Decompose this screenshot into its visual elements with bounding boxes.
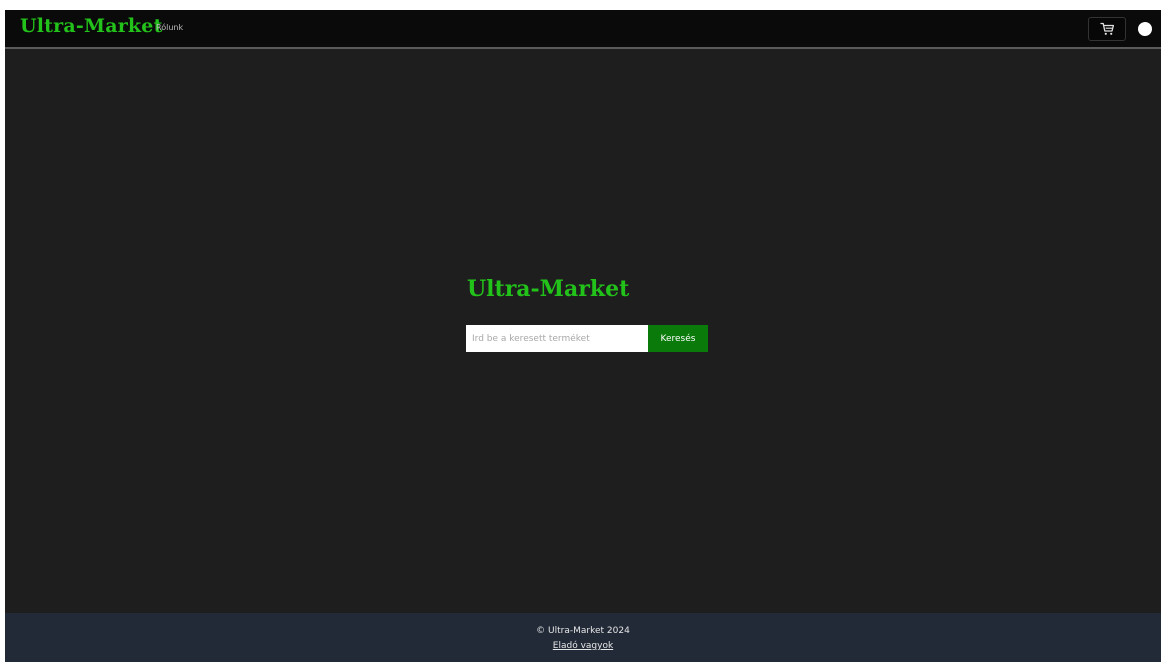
hero-title: Ultra-Market [467,276,630,302]
app-frame: Ultra-Market Rólunk Ultra-Market Keresés… [5,10,1161,662]
footer: © Ultra-Market 2024 Eladó vagyok [5,613,1161,662]
search-input[interactable] [466,325,648,352]
nav-link-about[interactable]: Rólunk [156,23,183,32]
navbar: Ultra-Market Rólunk [5,10,1161,49]
seller-link[interactable]: Eladó vagyok [553,641,613,651]
footer-copyright: © Ultra-Market 2024 [536,626,630,636]
cart-icon [1100,22,1115,35]
theme-toggle-button[interactable] [1138,22,1152,36]
cart-button[interactable] [1088,17,1126,41]
search-button[interactable]: Keresés [648,325,708,352]
footer-link-wrapper: Eladó vagyok [5,641,1161,651]
brand-logo[interactable]: Ultra-Market [20,15,163,37]
